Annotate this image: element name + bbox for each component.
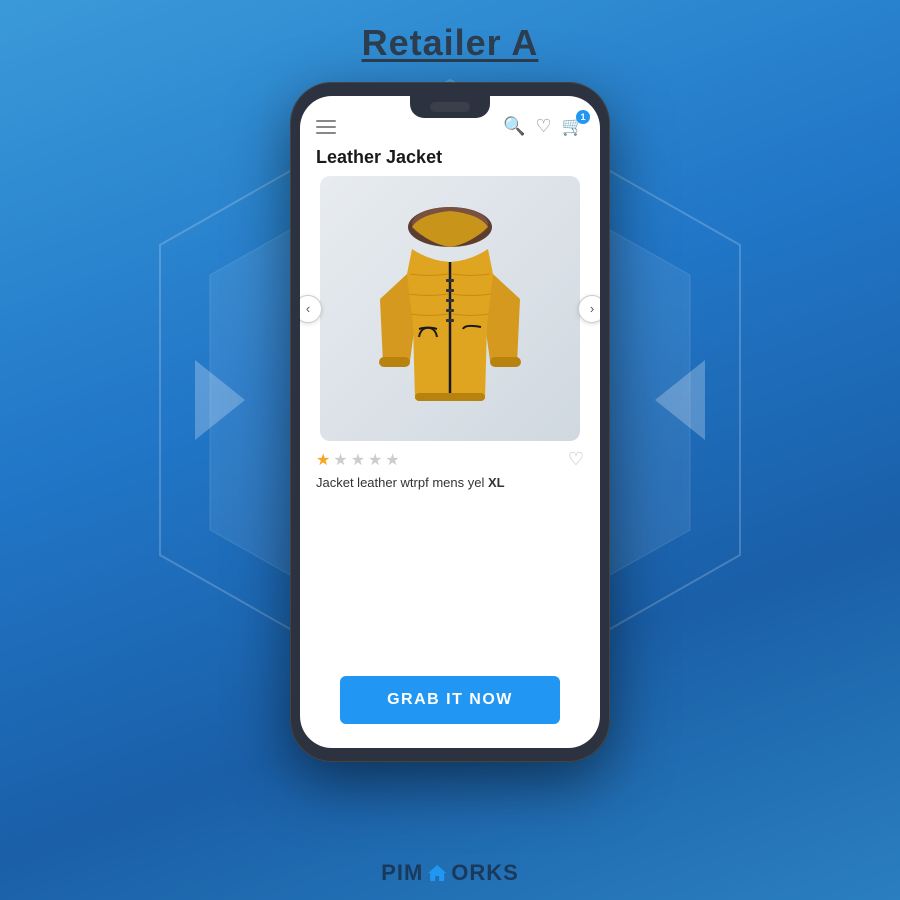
cta-area: GRAB IT NOW — [300, 500, 600, 748]
phone-body: 🔍 ♡ 🛒 1 Leather Jacket ‹ — [290, 82, 610, 762]
search-icon[interactable]: 🔍 — [503, 116, 525, 137]
star-1: ★ — [316, 450, 330, 470]
rating-row: ★ ★ ★ ★ ★ ♡ — [300, 441, 600, 472]
product-image-area: ‹ — [310, 176, 590, 441]
hamburger-line-3 — [316, 132, 336, 134]
product-image — [320, 176, 580, 441]
phone-notch — [410, 96, 490, 118]
hamburger-menu[interactable] — [316, 120, 336, 134]
grab-it-now-button[interactable]: GRAB IT NOW — [340, 676, 560, 724]
logo-pim-text: PIM — [381, 860, 423, 886]
product-description: Jacket leather wtrpf mens yel XL — [300, 472, 600, 500]
pimworks-logo: PIM ORKS — [381, 860, 519, 886]
cart-badge: 1 — [576, 110, 590, 124]
logo-orks-text: ORKS — [451, 860, 519, 886]
page-title: Retailer A — [362, 22, 539, 64]
prev-button[interactable]: ‹ — [300, 295, 322, 323]
wishlist-icon[interactable]: ♡ — [535, 116, 551, 137]
product-title: Leather Jacket — [300, 143, 600, 176]
product-wishlist-icon[interactable]: ♡ — [568, 449, 584, 470]
phone-screen: 🔍 ♡ 🛒 1 Leather Jacket ‹ — [300, 96, 600, 748]
star-4: ★ — [368, 450, 382, 470]
logo-house-icon — [426, 862, 448, 884]
cart-icon[interactable]: 🛒 1 — [562, 116, 584, 137]
hamburger-line-1 — [316, 120, 336, 122]
star-2: ★ — [333, 450, 347, 470]
hamburger-line-2 — [316, 126, 336, 128]
star-3: ★ — [351, 450, 365, 470]
next-button[interactable]: › — [578, 295, 600, 323]
phone-notch-speaker — [430, 102, 470, 112]
star-5: ★ — [385, 450, 399, 470]
phone-mockup: 🔍 ♡ 🛒 1 Leather Jacket ‹ — [290, 82, 610, 762]
star-rating: ★ ★ ★ ★ ★ — [316, 450, 400, 470]
header-icons: 🔍 ♡ 🛒 1 — [503, 116, 584, 137]
